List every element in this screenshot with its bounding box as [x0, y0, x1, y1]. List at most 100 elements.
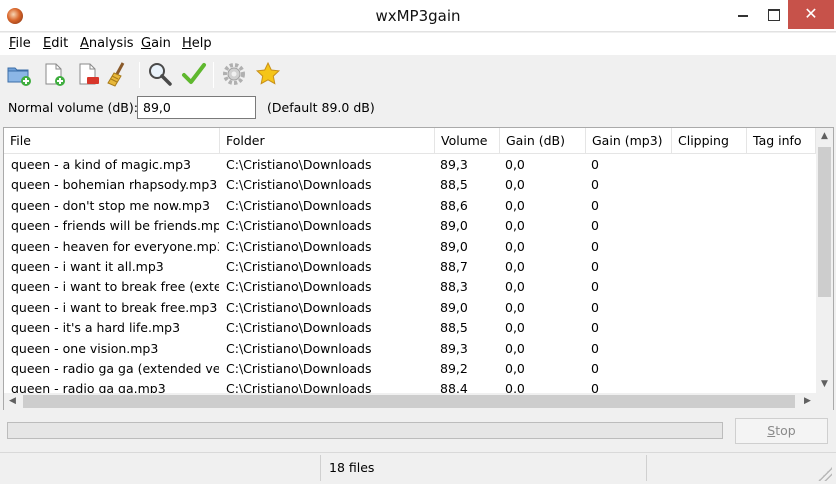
scrollbar-corner: [816, 393, 833, 410]
cell-folder: C:\Cristiano\Downloads: [226, 177, 372, 193]
cell-gain-mp3: 0: [591, 320, 599, 336]
cell-folder: C:\Cristiano\Downloads: [226, 320, 372, 336]
column-header-gain-db[interactable]: Gain (dB): [500, 128, 586, 154]
settings-button[interactable]: [220, 60, 248, 88]
cell-gain-mp3: 0: [591, 197, 599, 213]
cell-gain-mp3: 0: [591, 238, 599, 254]
toolbar: [0, 56, 836, 92]
vertical-scroll-thumb[interactable]: [818, 147, 831, 297]
table-row[interactable]: queen - heaven for everyone.mp3 C:\Cristi…: [4, 237, 816, 257]
menu-file[interactable]: File: [9, 36, 31, 51]
status-divider: [646, 455, 647, 481]
cell-folder: C:\Cristiano\Downloads: [226, 299, 372, 315]
normal-volume-label: Normal volume (dB):: [8, 100, 138, 115]
cell-file: queen - radio ga ga (extended vers...: [11, 361, 219, 376]
search-icon: [149, 63, 172, 86]
scroll-right-arrow-icon[interactable]: ▶: [799, 393, 816, 410]
menu-help[interactable]: Help: [182, 36, 212, 51]
cell-gain-db: 0,0: [505, 157, 525, 172]
column-header-tag-info[interactable]: Tag info: [747, 128, 816, 154]
table-row[interactable]: queen - don't stop me now.mp3 C:\Cristian…: [4, 196, 816, 216]
horizontal-scrollbar[interactable]: ◀ ▶: [4, 393, 816, 410]
table-row[interactable]: queen - one vision.mp3 C:\Cristiano\Downl…: [4, 339, 816, 359]
cell-file: queen - radio ga ga.mp3: [11, 381, 166, 393]
cell-folder: C:\Cristiano\Downloads: [226, 218, 372, 234]
resize-grip-icon[interactable]: [818, 467, 832, 481]
checkmark-icon: [182, 63, 206, 84]
default-volume-text: (Default 89.0 dB): [267, 100, 375, 115]
cell-gain-mp3: 0: [591, 361, 599, 376]
cell-gain-mp3: 0: [591, 157, 599, 172]
file-list[interactable]: File Folder Volume Gain (dB) Gain (mp3) …: [3, 127, 834, 410]
cell-folder: C:\Cristiano\Downloads: [226, 238, 372, 254]
clear-list-button[interactable]: [104, 60, 132, 88]
remove-file-icon: [79, 63, 99, 85]
table-row[interactable]: queen - radio ga ga.mp3 C:\Cristiano\Down…: [4, 379, 816, 393]
vertical-scrollbar[interactable]: ▲ ▼: [816, 128, 833, 393]
table-row[interactable]: queen - friends will be friends.mp3 C:\Cr…: [4, 216, 816, 236]
star-icon: [255, 61, 281, 85]
remove-file-button[interactable]: [74, 60, 102, 88]
table-row[interactable]: queen - a kind of magic.mp3 C:\Cristiano\…: [4, 155, 816, 175]
horizontal-scroll-thumb[interactable]: [23, 395, 795, 408]
cell-file: queen - friends will be friends.mp3: [11, 218, 219, 234]
column-header-volume[interactable]: Volume: [435, 128, 500, 154]
favorite-button[interactable]: [254, 60, 282, 88]
add-file-button[interactable]: [40, 60, 68, 88]
table-row[interactable]: queen - it's a hard life.mp3 C:\Cristiano…: [4, 318, 816, 338]
table-row[interactable]: queen - bohemian rhapsody.mp3 C:\Cristian…: [4, 175, 816, 195]
normal-volume-input[interactable]: [137, 96, 256, 119]
cell-volume: 89,0: [440, 299, 468, 315]
cell-gain-db: 0,0: [505, 381, 525, 393]
stop-button[interactable]: Stop: [735, 418, 828, 444]
table-row[interactable]: queen - i want it all.mp3 C:\Cristiano\Do…: [4, 257, 816, 277]
volume-row: Normal volume (dB): (Default 89.0 dB): [0, 92, 836, 126]
toolbar-separator: [213, 62, 214, 88]
scroll-left-arrow-icon[interactable]: ◀: [4, 393, 21, 410]
cell-volume: 88,7: [440, 259, 468, 274]
cell-file: queen - i want to break free.mp3: [11, 299, 218, 315]
list-rows: queen - a kind of magic.mp3 C:\Cristiano\…: [4, 155, 816, 393]
close-button[interactable]: ✕: [788, 0, 834, 29]
progress-bar: [7, 422, 723, 439]
cell-file: queen - a kind of magic.mp3: [11, 157, 191, 172]
cell-gain-mp3: 0: [591, 381, 599, 393]
apply-gain-button[interactable]: [180, 60, 208, 88]
cell-volume: 89,2: [440, 361, 468, 376]
column-header-folder[interactable]: Folder: [220, 128, 435, 154]
cell-gain-db: 0,0: [505, 361, 525, 376]
cell-volume: 89,0: [440, 218, 468, 234]
table-row[interactable]: queen - i want to break free (exten... C:…: [4, 277, 816, 297]
cell-folder: C:\Cristiano\Downloads: [226, 197, 372, 213]
cell-gain-mp3: 0: [591, 279, 599, 295]
cell-file: queen - bohemian rhapsody.mp3: [11, 177, 218, 193]
cell-file: queen - don't stop me now.mp3: [11, 197, 210, 213]
gear-icon: [223, 63, 245, 85]
column-header-file[interactable]: File: [4, 128, 220, 154]
menu-analysis[interactable]: Analysis: [80, 36, 134, 51]
scroll-up-arrow-icon[interactable]: ▲: [816, 128, 833, 145]
cell-folder: C:\Cristiano\Downloads: [226, 259, 372, 274]
menu-edit[interactable]: Edit: [43, 36, 68, 51]
cell-gain-db: 0,0: [505, 320, 525, 336]
cell-volume: 88,6: [440, 197, 468, 213]
scroll-down-arrow-icon[interactable]: ▼: [816, 376, 833, 393]
table-row[interactable]: queen - i want to break free.mp3 C:\Crist…: [4, 298, 816, 318]
maximize-button[interactable]: [760, 0, 788, 29]
status-divider: [320, 455, 321, 481]
cell-gain-mp3: 0: [591, 259, 599, 274]
cell-folder: C:\Cristiano\Downloads: [226, 157, 372, 172]
column-header-clipping[interactable]: Clipping: [672, 128, 747, 154]
minimize-button[interactable]: [726, 0, 760, 29]
cell-gain-db: 0,0: [505, 197, 525, 213]
table-row[interactable]: queen - radio ga ga (extended vers... C:\…: [4, 359, 816, 379]
analyze-button[interactable]: [146, 60, 174, 88]
add-folder-button[interactable]: [5, 60, 33, 88]
column-header-gain-mp3[interactable]: Gain (mp3): [586, 128, 672, 154]
cell-volume: 88,5: [440, 177, 468, 193]
cell-folder: C:\Cristiano\Downloads: [226, 340, 372, 356]
toolbar-separator: [139, 62, 140, 88]
cell-file: queen - one vision.mp3: [11, 340, 159, 356]
menu-gain[interactable]: Gain: [141, 36, 171, 51]
cell-gain-db: 0,0: [505, 259, 525, 274]
